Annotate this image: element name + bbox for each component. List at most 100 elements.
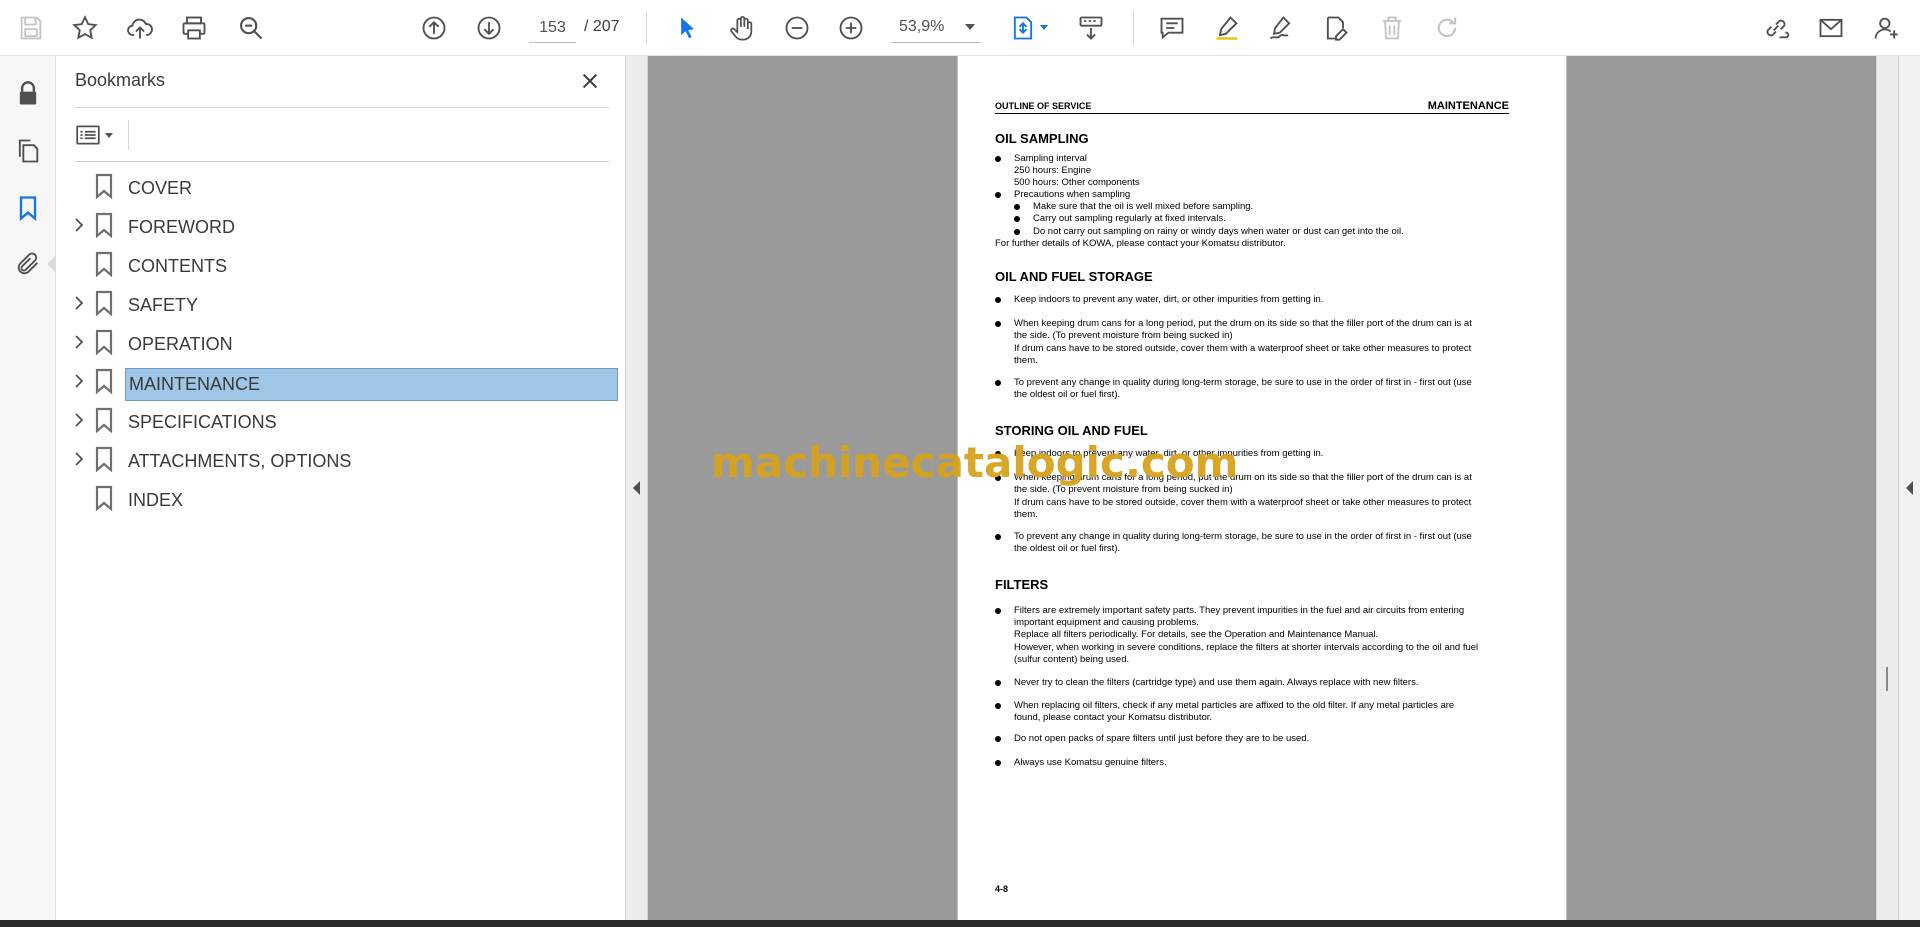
section-title: OIL AND FUEL STORAGE xyxy=(995,269,1153,284)
page-down-icon[interactable] xyxy=(471,10,507,46)
share-link-icon[interactable] xyxy=(1758,10,1794,46)
bookmark-label: SPECIFICATIONS xyxy=(128,412,277,432)
delete-icon[interactable] xyxy=(1374,10,1410,46)
section-title: FILTERS xyxy=(995,577,1049,592)
vertical-scrollbar[interactable] xyxy=(1876,56,1898,920)
bookmark-item[interactable]: COVER xyxy=(56,167,626,206)
lock-icon[interactable] xyxy=(10,76,46,112)
chevron-down-icon[interactable] xyxy=(1040,25,1048,30)
bookmark-icon xyxy=(95,251,113,277)
left-panel-collapse[interactable] xyxy=(626,56,648,920)
body-text: Replace all filters periodically. For de… xyxy=(1014,629,1379,640)
body-text: the side. (To prevent moisture from bein… xyxy=(1014,330,1233,341)
bookmark-item[interactable]: OPERATION xyxy=(56,323,626,362)
body-text: the oldest oil or fuel first). xyxy=(1014,389,1121,400)
bookmark-item[interactable]: CONTENTS xyxy=(56,245,626,284)
list-icon xyxy=(76,125,100,145)
page-header: OUTLINE OF SERVICE MAINTENANCE xyxy=(995,100,1509,114)
bookmark-label: ATTACHMENTS, OPTIONS xyxy=(128,451,352,471)
chevron-right-icon[interactable] xyxy=(69,371,89,391)
bullet xyxy=(995,703,1001,709)
page-up-icon[interactable] xyxy=(416,10,452,46)
star-icon[interactable] xyxy=(67,10,103,46)
bullet xyxy=(995,608,1001,614)
collapse-left-icon xyxy=(633,481,640,495)
zoom-in-icon[interactable] xyxy=(833,10,869,46)
header-right: MAINTENANCE xyxy=(1427,100,1509,112)
redo-icon[interactable] xyxy=(1429,10,1465,46)
watermark-text: machinecatalogic.com xyxy=(711,438,1239,487)
bookmark-item[interactable]: SAFETY xyxy=(56,284,626,323)
bookmark-item[interactable]: FOREWORD xyxy=(56,206,626,245)
body-text: If drum cans have to be stored outside, … xyxy=(1014,497,1472,508)
chevron-down-icon xyxy=(105,132,113,138)
bookmark-icon xyxy=(95,290,113,316)
body-text: Make sure that the oil is well mixed bef… xyxy=(1033,201,1254,212)
select-cursor-icon[interactable] xyxy=(669,10,705,46)
fit-page-icon[interactable] xyxy=(1005,10,1041,46)
bookmark-item[interactable]: SPECIFICATIONS xyxy=(56,401,626,440)
body-text: them. xyxy=(1014,509,1038,520)
bullet xyxy=(995,534,1001,540)
bookmark-icon xyxy=(95,329,113,355)
chevron-down-icon[interactable] xyxy=(965,24,975,30)
bookmark-icon xyxy=(95,446,113,472)
bookmark-options-button[interactable] xyxy=(75,120,123,150)
bullet xyxy=(995,156,1001,162)
header-left: OUTLINE OF SERVICE xyxy=(995,101,1092,111)
hand-icon[interactable] xyxy=(724,10,760,46)
comment-icon[interactable] xyxy=(1154,10,1190,46)
close-icon[interactable] xyxy=(575,66,605,96)
body-text: To prevent any change in quality during … xyxy=(1014,531,1472,542)
bookmark-item[interactable]: INDEX xyxy=(56,479,626,518)
right-panel-collapse[interactable] xyxy=(1898,56,1920,920)
body-text: Keep indoors to prevent any water, dirt,… xyxy=(1014,294,1324,305)
scrollbar-thumb[interactable] xyxy=(1886,667,1888,691)
body-text: When replacing oil filters, check if any… xyxy=(1014,700,1455,711)
body-text: Sampling interval xyxy=(1014,153,1087,164)
body-text: Do not carry out sampling on rainy or wi… xyxy=(1033,226,1404,237)
bullet xyxy=(1014,229,1020,235)
zoom-out-icon[interactable] xyxy=(779,10,815,46)
chevron-right-icon[interactable] xyxy=(69,293,89,313)
print-icon[interactable] xyxy=(176,10,212,46)
bullet xyxy=(995,380,1001,386)
account-icon[interactable] xyxy=(1868,10,1904,46)
bullet xyxy=(995,321,1001,327)
bookmark-item[interactable]: ATTACHMENTS, OPTIONS xyxy=(56,440,626,479)
chevron-right-icon[interactable] xyxy=(69,332,89,352)
upload-cloud-icon[interactable] xyxy=(122,10,158,46)
toolbar-divider xyxy=(646,12,647,44)
pdf-page: OUTLINE OF SERVICE MAINTENANCE OIL SAMPL… xyxy=(957,56,1567,920)
bookmark-label: INDEX xyxy=(128,490,184,510)
highlight-icon[interactable] xyxy=(1209,10,1245,46)
chevron-right-icon[interactable] xyxy=(69,449,89,469)
bookmark-item[interactable]: MAINTENANCE xyxy=(56,362,626,401)
attachment-icon[interactable] xyxy=(10,246,46,282)
body-text: Filters are extremely important safety p… xyxy=(1014,605,1465,616)
save-icon[interactable] xyxy=(13,10,49,46)
body-text: the oldest oil or fuel first). xyxy=(1014,543,1121,554)
chevron-right-icon[interactable] xyxy=(69,410,89,430)
page-number-input[interactable] xyxy=(529,13,576,43)
edit-icon[interactable] xyxy=(1318,10,1354,46)
bookmark-icon[interactable] xyxy=(10,190,46,226)
pages-icon[interactable] xyxy=(10,133,46,169)
bullet xyxy=(995,192,1001,198)
bookmarks-panel: Bookmarks COVER FOREWORD CONTENTS SAFETY OPE… xyxy=(56,56,626,920)
body-text: 500 hours: Other components xyxy=(1014,177,1140,188)
scroll-mode-icon[interactable] xyxy=(1073,10,1109,46)
panel-divider xyxy=(75,107,609,108)
panel-title: Bookmarks xyxy=(75,70,166,90)
chevron-right-icon[interactable] xyxy=(69,215,89,235)
email-icon[interactable] xyxy=(1813,10,1849,46)
section-title: STORING OIL AND FUEL xyxy=(995,423,1148,438)
sign-icon[interactable] xyxy=(1263,10,1299,46)
bookmark-icon xyxy=(95,173,113,199)
search-zoom-icon[interactable] xyxy=(233,10,269,46)
body-text: Do not open packs of spare filters until… xyxy=(1014,733,1310,744)
body-text: For further details of KOWA, please cont… xyxy=(995,238,1286,249)
body-text: important equipment and causing problems… xyxy=(1014,617,1199,628)
bullet xyxy=(995,736,1001,742)
bookmark-label: COVER xyxy=(128,178,193,198)
